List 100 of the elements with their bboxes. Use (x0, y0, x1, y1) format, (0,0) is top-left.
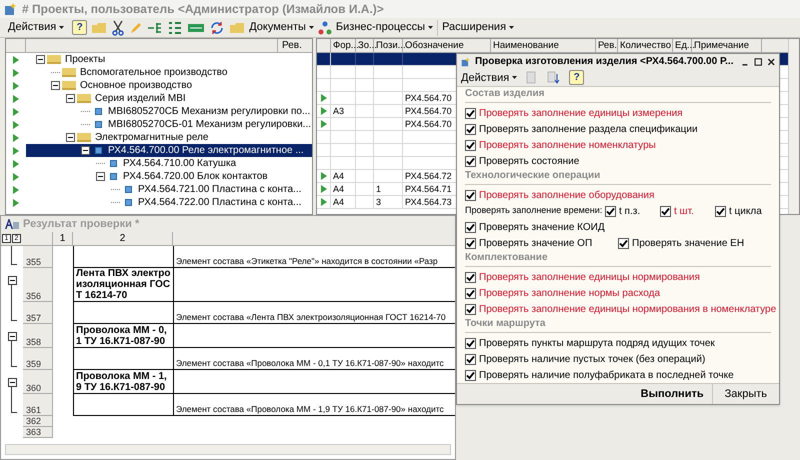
collapse-toggle-icon[interactable] (36, 55, 45, 64)
column-header: Рев. (596, 39, 618, 52)
tree-item[interactable]: Проекты (65, 52, 106, 67)
scrollbar[interactable] (788, 39, 799, 214)
checkbox[interactable] (465, 156, 476, 166)
tree-item[interactable]: РХ4.564.721.00 Пластина с конта... (138, 182, 302, 197)
maximize-icon[interactable] (754, 56, 762, 68)
row-marker-icon (13, 186, 19, 194)
tree-item[interactable]: Электромагнитные реле (95, 130, 208, 145)
list-icon[interactable] (147, 20, 164, 34)
collapse-toggle-icon[interactable] (96, 172, 105, 181)
actions-menu[interactable]: Действия (461, 70, 518, 86)
collapse-toggle-icon[interactable] (66, 133, 75, 142)
checkbox[interactable] (465, 124, 476, 134)
table-cell: А4 (333, 184, 344, 194)
table-cell: 1 (376, 184, 382, 194)
business-processes-menu[interactable]: Бизнес-процессы (336, 19, 434, 36)
row-number: 359 (23, 348, 53, 370)
caret-icon (308, 26, 314, 29)
folder-icon (47, 55, 61, 64)
checkbox[interactable] (465, 338, 476, 348)
collapse-toggle-icon[interactable] (66, 94, 75, 103)
run-button[interactable]: Выполнить (632, 384, 713, 404)
tree-item[interactable]: Основное производство (80, 78, 192, 93)
list-icon[interactable] (167, 20, 184, 34)
table-cell: А4 (333, 171, 344, 181)
checkbox[interactable] (465, 190, 476, 200)
checkbox[interactable] (465, 304, 476, 314)
checkbox[interactable] (465, 288, 476, 298)
table-cell: РХ4.564.70 (405, 93, 452, 103)
tree-item[interactable]: MBI6805270СБ-01 Механизм регулировки... (108, 117, 312, 132)
checkbox[interactable] (465, 354, 476, 364)
checkbox-label: Проверять заполнение нормы расхода (479, 286, 660, 300)
row-marker-icon (13, 198, 19, 206)
checkbox[interactable] (605, 206, 616, 216)
refresh-icon[interactable] (209, 20, 226, 36)
checkbox[interactable] (660, 206, 671, 216)
checkbox-label: Проверять заполнение раздела спецификации (479, 122, 698, 136)
row-number: 355 (23, 246, 53, 268)
checkbox[interactable] (715, 206, 726, 216)
row-marker-icon (13, 146, 19, 154)
checkbox[interactable] (618, 238, 629, 248)
scissors-icon[interactable] (111, 20, 126, 36)
collapse-toggle-icon[interactable] (8, 378, 16, 387)
checkbox-label: Проверять наличие полуфабриката в последней точке (479, 368, 734, 382)
checkbox[interactable] (465, 370, 476, 380)
column-header: Фор... (331, 39, 356, 52)
checkbox-label: Проверять заполнение единицы измерения (479, 106, 683, 120)
tree-item[interactable]: MBI6805270СБ Механизм регулировки по... (108, 104, 310, 119)
document-arrow-icon[interactable] (547, 70, 562, 85)
folder-icon (77, 94, 91, 103)
column-header: Ед... (673, 39, 692, 52)
help-button[interactable]: ? (72, 20, 88, 35)
tree-item[interactable]: РХ4.564.720.00 Блок контактов (123, 169, 268, 184)
section-heading: Комплектование (465, 251, 771, 267)
table-cell: РХ4.564.70 (405, 106, 452, 116)
help-button[interactable]: ? (569, 70, 584, 86)
scrollbar[interactable] (5, 444, 451, 455)
checkbox-label: Проверять заполнение единицы нормирования в номенклатуре (479, 302, 776, 316)
tree-item[interactable]: РХ4.564.700.00 Реле электромагнитное ... (108, 143, 304, 158)
row-marker-icon (13, 108, 19, 116)
checkbox[interactable] (465, 222, 476, 232)
checkbox-label: t шт. (674, 204, 694, 218)
table-cell: РХ4.564.73 (405, 197, 452, 207)
checkbox-label: Проверять заполнение оборудования (479, 188, 654, 202)
caret-icon (512, 76, 518, 80)
collapse-toggle-icon[interactable] (8, 276, 16, 285)
table-icon[interactable] (187, 22, 206, 34)
documents-menu[interactable]: Документы (249, 19, 314, 36)
field-label: Проверять заполнение времени: (465, 204, 604, 218)
app-icon (4, 2, 18, 16)
collapse-toggle-icon[interactable] (8, 332, 16, 341)
row-marker-icon (13, 94, 19, 102)
tree-item[interactable]: Серия изделий MBI (95, 91, 186, 106)
table-cell: РХ4.564.70 (405, 119, 452, 129)
checkbox-label: Проверять наличие пустых точек (без операций) (479, 352, 706, 366)
actions-menu[interactable]: Действия (4, 19, 68, 36)
section-heading: Точки маршрута (465, 317, 771, 333)
selected-row[interactable]: РХ4.564.700.00 Реле электромагнитное ... (26, 144, 312, 157)
row-number: 362 (23, 416, 53, 427)
checkbox-label: t п.з. (619, 204, 640, 218)
row-number: 356 (23, 268, 53, 302)
checkbox[interactable] (465, 238, 476, 248)
checkbox[interactable] (465, 272, 476, 282)
checkbox[interactable] (465, 108, 476, 118)
close-button[interactable]: Закрыть (716, 384, 775, 404)
column-header: Обозначение (403, 39, 491, 52)
collapse-toggle-icon[interactable] (51, 81, 60, 90)
folder-icon (62, 81, 76, 90)
column-header: Количество (618, 39, 673, 52)
collapse-toggle-icon[interactable] (81, 146, 90, 155)
checkbox[interactable] (465, 140, 476, 150)
section-heading: Состав изделия (465, 87, 771, 103)
tree-item[interactable]: РХ4.564.710.00 Катушка (123, 156, 236, 171)
window-title: # Проекты, пользователь <Администратор (Измайлов И.А.)> (22, 1, 384, 18)
extensions-menu[interactable]: Расширения (442, 19, 514, 36)
row-number: 360 (23, 370, 53, 394)
tree-item[interactable]: Вспомогательное производство (80, 65, 228, 80)
folder-icon (77, 133, 91, 142)
tree-item[interactable]: РХ4.564.722.00 Пластина с конта... (138, 195, 302, 210)
